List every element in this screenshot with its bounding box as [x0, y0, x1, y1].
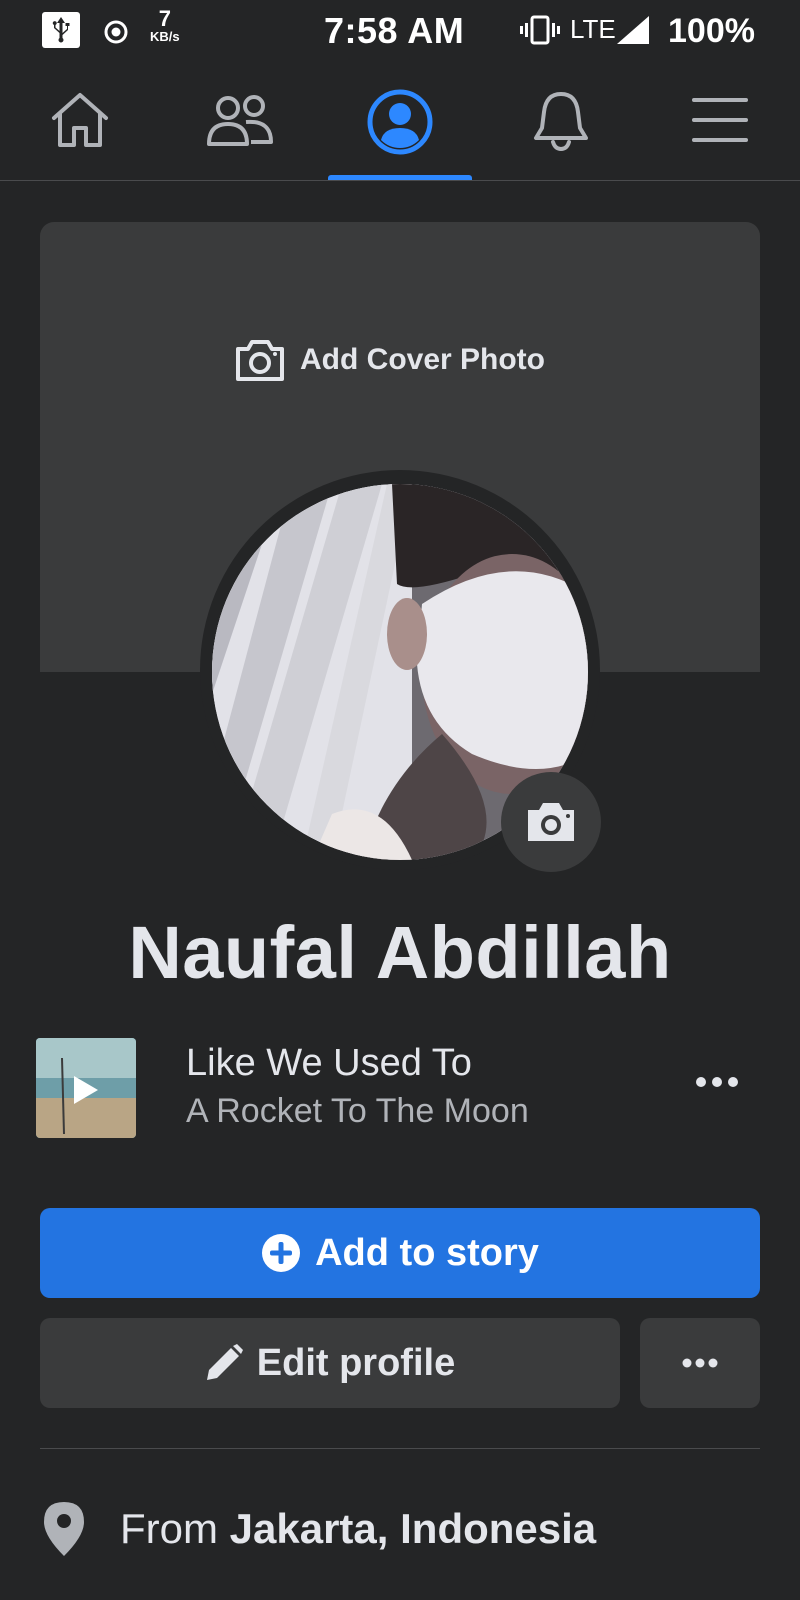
- tab-home[interactable]: [8, 64, 152, 180]
- clock: 7:58 AM: [324, 10, 465, 51]
- network-speed-unit: KB/s: [150, 29, 180, 44]
- hometown-place: Jakarta, Indonesia: [229, 1505, 597, 1552]
- camera-icon: [236, 340, 284, 381]
- section-divider: [40, 1448, 760, 1449]
- plus-circle-icon: [262, 1234, 301, 1272]
- change-profile-picture-button[interactable]: [501, 772, 601, 872]
- status-bar: 7 KB/s 7:58 AM LTE 100%: [0, 0, 800, 64]
- tab-profile[interactable]: [328, 64, 472, 180]
- song-more-options-button[interactable]: [695, 1075, 739, 1094]
- network-speed-value: 7: [158, 6, 171, 31]
- hometown-text: From Jakarta, Indonesia: [120, 1505, 596, 1553]
- active-tab-indicator: [328, 175, 472, 180]
- camera-icon: [528, 803, 574, 841]
- add-cover-photo-label: Add Cover Photo: [300, 343, 545, 376]
- vibrate-icon: [520, 14, 560, 51]
- network-speed: 7 KB/s: [150, 8, 180, 44]
- hometown-prefix: From: [120, 1505, 230, 1552]
- add-cover-photo-button[interactable]: Add Cover Photo: [234, 330, 545, 390]
- add-to-story-button[interactable]: Add to story: [40, 1208, 760, 1298]
- hamburger-menu-icon: [692, 98, 748, 142]
- more-dots-icon: [682, 1358, 718, 1368]
- profile-more-options-button[interactable]: [640, 1318, 760, 1408]
- usb-icon: [42, 12, 80, 48]
- home-icon: [52, 93, 108, 147]
- friends-icon: [207, 95, 273, 146]
- song-artist: A Rocket To The Moon: [186, 1092, 529, 1130]
- edit-profile-button[interactable]: Edit profile: [40, 1318, 620, 1408]
- pencil-icon: [206, 1344, 243, 1380]
- tab-friends[interactable]: [168, 64, 312, 180]
- more-dots-icon: [696, 1077, 738, 1087]
- profile-name: Naufal Abdillah: [128, 911, 672, 994]
- network-type: LTE: [570, 14, 616, 44]
- top-navigation: [0, 64, 800, 181]
- bell-icon: [534, 92, 588, 152]
- signal-icon: [617, 16, 649, 49]
- tab-menu[interactable]: [648, 64, 792, 180]
- location-pin-icon: [44, 1502, 84, 1556]
- battery-level: 100%: [668, 12, 755, 50]
- song-album-art[interactable]: [36, 1038, 136, 1138]
- tab-notifications[interactable]: [488, 64, 632, 180]
- add-to-story-label: Add to story: [315, 1231, 539, 1274]
- song-title[interactable]: Like We Used To: [186, 1042, 472, 1085]
- edit-profile-label: Edit profile: [256, 1341, 456, 1384]
- target-icon: [104, 20, 128, 49]
- profile-icon: [367, 89, 433, 155]
- hometown-detail: From Jakarta, Indonesia: [44, 1502, 596, 1556]
